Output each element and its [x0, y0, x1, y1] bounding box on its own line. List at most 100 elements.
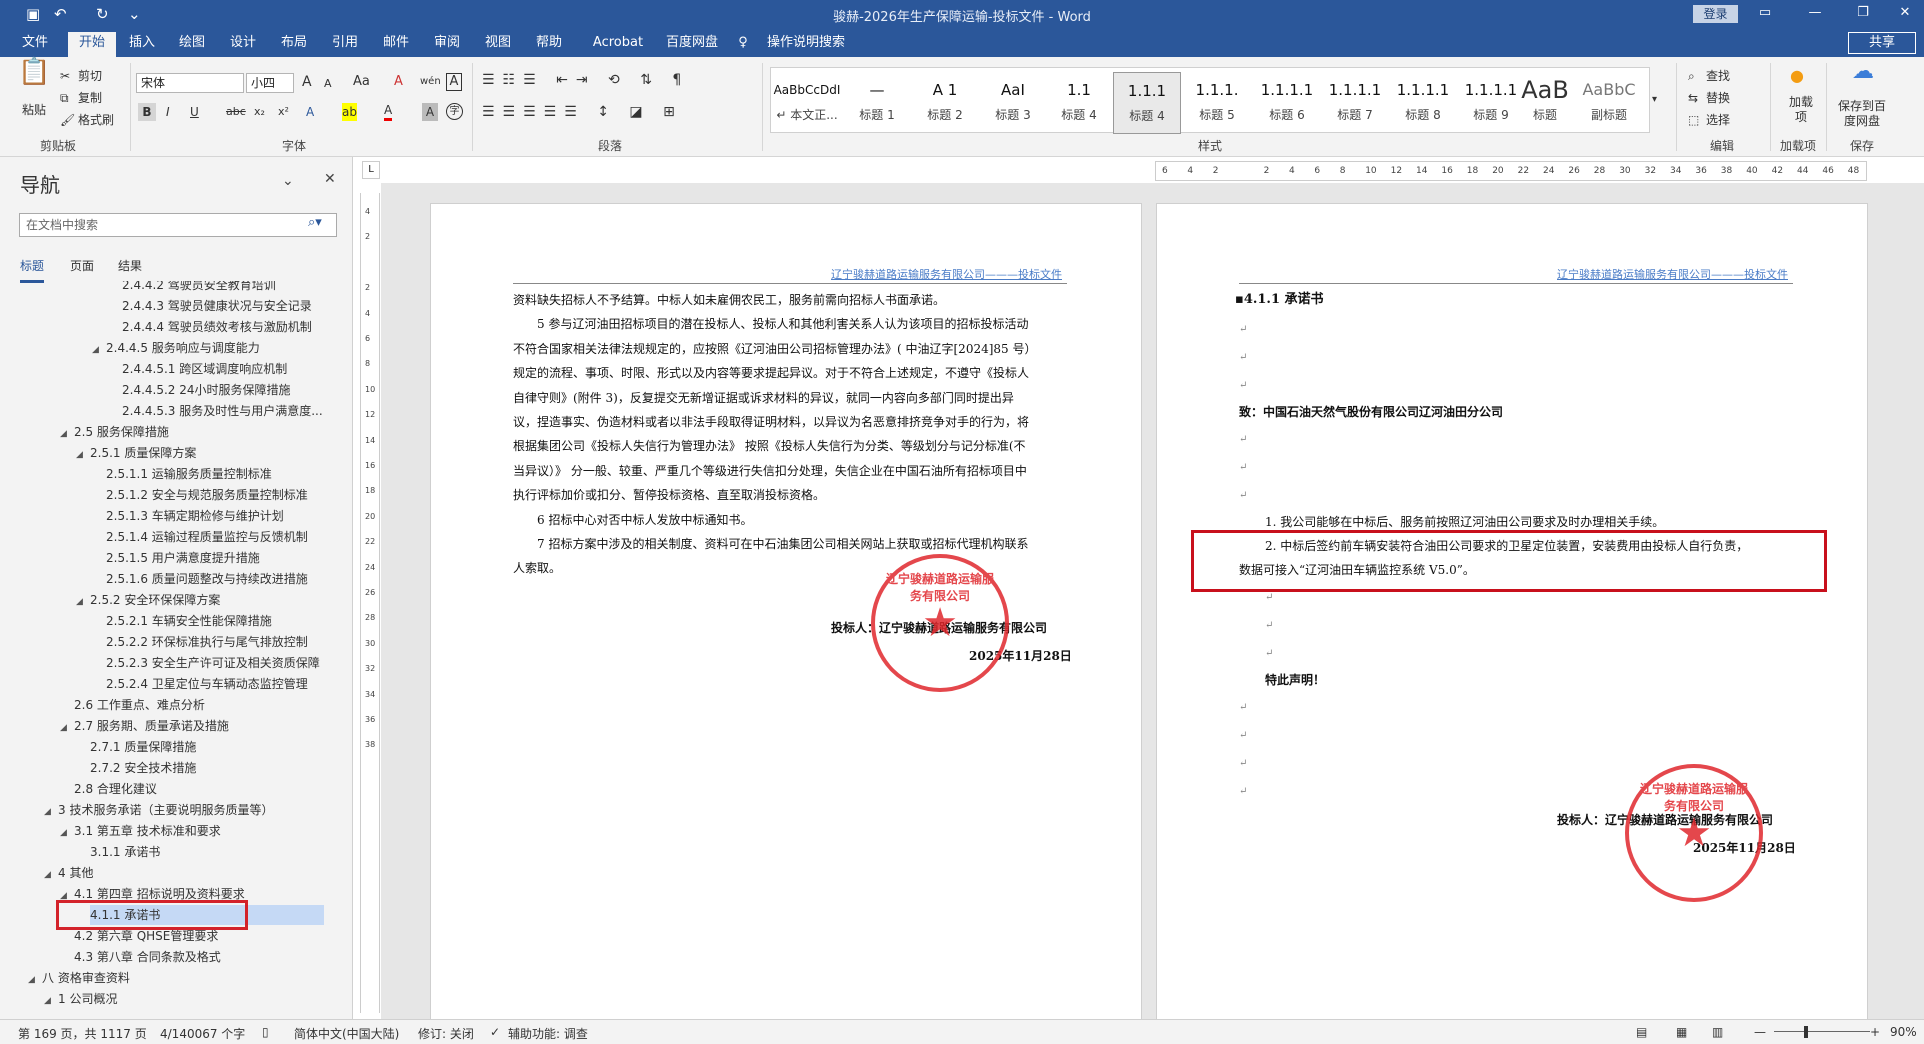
nav-tree-item[interactable]: 3.1.1 承诺书	[90, 842, 160, 862]
italic-button[interactable]: I	[166, 103, 170, 121]
zoom-in-icon[interactable]: +	[1870, 1025, 1880, 1039]
restore-button[interactable]: ❐	[1848, 3, 1878, 23]
paste-button[interactable]: 粘贴	[22, 101, 46, 119]
style-heading7[interactable]: 1.1.1.1 标题 7	[1321, 72, 1389, 134]
change-case-button[interactable]: Aa	[353, 73, 370, 91]
nav-tree-item[interactable]: ◢ 3.1 第五章 技术标准和要求	[60, 821, 221, 841]
select-button[interactable]: 选择	[1706, 111, 1730, 129]
nav-tree-item[interactable]: 2.5.2.2 环保标准执行与尾气排放控制	[106, 632, 308, 652]
collapse-arrow-icon[interactable]: ◢	[44, 991, 58, 1011]
nav-tree-item[interactable]: 2.6 工作重点、难点分析	[74, 695, 205, 715]
login-button[interactable]: 登录	[1693, 5, 1738, 23]
nav-tree-item[interactable]: 2.4.4.4 驾驶员绩效考核与激励机制	[122, 317, 312, 337]
tab-selector[interactable]: L	[362, 161, 380, 179]
save-baidu-button[interactable]: 保存到百度网盘	[1836, 99, 1888, 129]
format-painter-button[interactable]: 格式刷	[78, 111, 114, 129]
nav-tree-item[interactable]: ◢ 1 公司概况	[44, 989, 117, 1009]
baidu-cloud-icon[interactable]: ☁	[1852, 61, 1874, 83]
strikethrough-button[interactable]: abc	[226, 103, 246, 121]
style-heading1[interactable]: — 标题 1	[843, 72, 911, 134]
proofing-icon[interactable]: ▯	[262, 1025, 269, 1039]
nav-tree-item[interactable]: 2.4.4.2 驾驶员安全教育培训	[122, 281, 276, 295]
zoom-slider[interactable]	[1774, 1031, 1870, 1032]
nav-tree-item[interactable]: ◢ 2.5 服务保障措施	[60, 422, 169, 442]
bold-button[interactable]: B	[138, 103, 156, 121]
nav-close-icon[interactable]: ✕	[324, 171, 336, 187]
char-shading-button[interactable]: A	[422, 103, 438, 121]
copy-icon[interactable]: ⧉	[60, 89, 69, 107]
nav-tree-item[interactable]: 2.5.1.6 质量问题整改与持续改进措施	[106, 569, 308, 589]
style-heading4-alt[interactable]: 1.1 标题 4	[1045, 72, 1113, 134]
nav-tree-item[interactable]: ◢ 3 技术服务承诺（主要说明服务质量等）	[44, 800, 273, 820]
font-color-button[interactable]: A	[384, 103, 393, 121]
copy-button[interactable]: 复制	[78, 89, 102, 107]
subscript-button[interactable]: x₂	[254, 103, 265, 121]
style-heading8[interactable]: 1.1.1.1 标题 8	[1389, 72, 1457, 134]
grow-font-button[interactable]: A	[302, 73, 312, 91]
shrink-font-button[interactable]: A	[324, 75, 332, 93]
nav-tree-item[interactable]: 2.5.1.3 车辆定期检修与维护计划	[106, 506, 284, 526]
word-count[interactable]: 4/140067 个字	[160, 1025, 245, 1042]
tab-file[interactable]: 文件	[16, 32, 54, 57]
ribbon-display-options-icon[interactable]: ▭	[1750, 3, 1780, 23]
style-heading4[interactable]: 1.1.1 标题 4	[1113, 72, 1181, 134]
nav-tree-item[interactable]: 2.5.1.4 运输过程质量监控与反馈机制	[106, 527, 308, 547]
format-painter-icon[interactable]: 🖌	[60, 111, 75, 129]
read-mode-icon[interactable]: ▤	[1636, 1025, 1647, 1039]
style-heading5[interactable]: 1.1.1. 标题 5	[1183, 72, 1251, 134]
style-normal[interactable]: AaBbCcDdI ↵ 本文正...	[773, 72, 841, 134]
tab-review[interactable]: 审阅	[429, 32, 465, 57]
collapse-arrow-icon[interactable]: ◢	[92, 340, 106, 360]
tab-home[interactable]: 开始	[68, 32, 116, 57]
collapse-arrow-icon[interactable]: ◢	[44, 802, 58, 822]
collapse-arrow-icon[interactable]: ◢	[44, 865, 58, 885]
nav-tree-item[interactable]: 2.5.2.4 卫星定位与车辆动态监控管理	[106, 674, 308, 694]
paste-icon[interactable]: 📋	[18, 59, 50, 85]
tab-insert[interactable]: 插入	[124, 32, 160, 57]
phonetic-guide-button[interactable]: wén	[420, 73, 441, 91]
web-layout-icon[interactable]: ▥	[1712, 1025, 1723, 1039]
replace-icon[interactable]: ⇆	[1688, 89, 1698, 107]
style-heading6[interactable]: 1.1.1.1 标题 6	[1253, 72, 1321, 134]
nav-tree-item[interactable]: ◢ 八 资格审查资料	[28, 968, 130, 988]
nav-tree-item[interactable]: 2.7.2 安全技术措施	[90, 758, 196, 778]
close-button[interactable]: ✕	[1890, 3, 1920, 23]
nav-search-input[interactable]: 在文档中搜索	[19, 213, 337, 237]
zoom-level[interactable]: 90%	[1890, 1025, 1917, 1039]
nav-tree-item[interactable]: ◢ 2.7 服务期、质量承诺及措施	[60, 716, 229, 736]
tab-view[interactable]: 视图	[480, 32, 516, 57]
collapse-arrow-icon[interactable]: ◢	[76, 445, 90, 465]
collapse-arrow-icon[interactable]: ◢	[28, 970, 42, 990]
nav-tree-item[interactable]: ◢ 4 其他	[44, 863, 93, 883]
collapse-arrow-icon[interactable]: ◢	[60, 718, 74, 738]
horizontal-ruler[interactable]: 6 4 2 2 4 6 8 10 12 14 16 18 20 22 24 26 28 30 32 34 36 38 40 4…	[1155, 161, 1867, 181]
nav-tree-item[interactable]: 2.8 合理化建议	[74, 779, 157, 799]
nav-tab-results[interactable]: 结果	[118, 257, 142, 274]
tab-help[interactable]: 帮助	[531, 32, 567, 57]
text-effects-button[interactable]: A	[306, 103, 314, 121]
collapse-arrow-icon[interactable]: ◢	[60, 823, 74, 843]
tab-layout[interactable]: 布局	[276, 32, 312, 57]
page-left[interactable]: 辽宁骏赫道路运输服务有限公司———投标文件 资料缺失招标人不予结算。中标人如未雇…	[430, 203, 1142, 1033]
tab-draw[interactable]: 绘图	[174, 32, 210, 57]
style-heading3[interactable]: AaI 标题 3	[979, 72, 1047, 134]
char-border-button[interactable]: A	[446, 73, 462, 91]
enclose-chars-button[interactable]: 字	[446, 103, 463, 120]
font-name-select[interactable]: 宋体	[136, 73, 244, 93]
nav-tree-item[interactable]: ◢ 2.5.1 质量保障方案	[76, 443, 196, 463]
print-layout-icon[interactable]: ▦	[1676, 1025, 1687, 1039]
nav-options-icon[interactable]: ⌄	[282, 173, 294, 189]
cut-icon[interactable]: ✂	[60, 67, 70, 85]
nav-tree-item[interactable]: 2.5.2.3 安全生产许可证及相关资质保障	[106, 653, 320, 673]
accessibility-status[interactable]: 辅助功能: 调查	[508, 1025, 588, 1042]
nav-tree-item[interactable]: 2.4.4.5.3 服务及时性与用户满意度...	[122, 401, 323, 421]
page-right[interactable]: 辽宁骏赫道路运输服务有限公司———投标文件 ▪4.1.1 承诺书 ↵ ↵ ↵ 致…	[1156, 203, 1868, 1033]
zoom-slider-thumb[interactable]	[1804, 1026, 1808, 1038]
tell-me-search[interactable]: 操作说明搜索	[762, 32, 850, 57]
minimize-button[interactable]: —	[1800, 3, 1830, 23]
find-icon[interactable]: ⌕	[1688, 67, 1695, 85]
collapse-arrow-icon[interactable]: ◢	[60, 424, 74, 444]
clear-format-button[interactable]: A	[394, 73, 403, 91]
nav-tree-item[interactable]: 4.3 第八章 合同条款及格式	[74, 947, 221, 967]
nav-tree-item[interactable]: ◢ 2.4.4.5 服务响应与调度能力	[92, 338, 260, 358]
